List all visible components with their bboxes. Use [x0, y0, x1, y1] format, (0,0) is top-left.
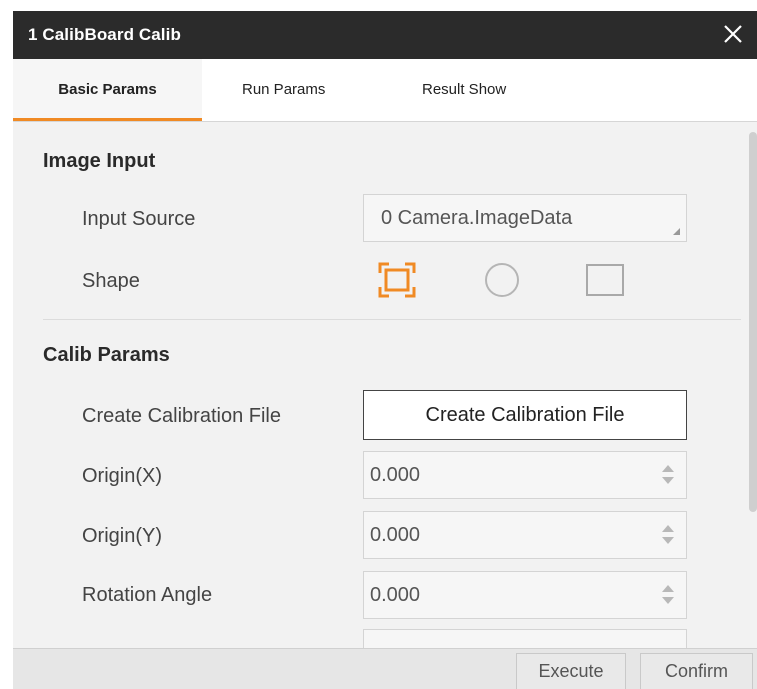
title-bar: 1 CalibBoard Calib: [13, 11, 757, 59]
scrollbar-thumb[interactable]: [749, 132, 757, 512]
circle-icon[interactable]: [482, 261, 522, 299]
create-calibration-file-button[interactable]: Create Calibration File: [363, 390, 687, 440]
square-icon[interactable]: [585, 261, 625, 299]
section-image-input: Image Input: [43, 150, 156, 172]
next-param-field[interactable]: [363, 629, 687, 648]
rotation-angle-label: Rotation Angle: [82, 584, 213, 606]
params-panel: Image Input Input Source 0 Camera.ImageD…: [13, 122, 757, 648]
origin-x-spinbox[interactable]: 0.000: [363, 451, 687, 499]
tab-bar: Basic Params Run Params Result Show: [13, 59, 757, 122]
section-divider: [43, 319, 741, 320]
spin-arrows-icon[interactable]: [662, 585, 674, 607]
input-source-value: 0 Camera.ImageData: [381, 207, 573, 229]
origin-y-label: Origin(Y): [82, 525, 163, 547]
rotation-angle-spinbox[interactable]: 0.000: [363, 571, 687, 619]
dropdown-corner-icon: [673, 228, 680, 235]
rectangle-select-icon[interactable]: [377, 261, 417, 299]
close-icon[interactable]: [721, 20, 745, 48]
rotation-angle-value: 0.000: [370, 584, 421, 606]
spin-arrows-icon[interactable]: [662, 525, 674, 547]
section-calib-params: Calib Params: [43, 344, 170, 366]
execute-button[interactable]: Execute: [516, 653, 626, 689]
input-source-select[interactable]: 0 Camera.ImageData: [363, 194, 687, 242]
footer-bar: Execute Confirm: [13, 648, 757, 689]
input-source-label: Input Source: [82, 208, 196, 230]
create-calibration-file-label: Create Calibration File: [82, 405, 281, 427]
tab-basic-params[interactable]: Basic Params: [13, 59, 202, 121]
tab-run-params[interactable]: Run Params: [242, 59, 352, 121]
origin-x-label: Origin(X): [82, 465, 163, 487]
shape-label: Shape: [82, 270, 140, 292]
scrollbar[interactable]: [749, 132, 757, 512]
confirm-button[interactable]: Confirm: [640, 653, 753, 689]
origin-y-value: 0.000: [370, 524, 421, 546]
origin-y-spinbox[interactable]: 0.000: [363, 511, 687, 559]
origin-x-value: 0.000: [370, 464, 421, 486]
tab-result-show[interactable]: Result Show: [422, 59, 562, 121]
spin-arrows-icon[interactable]: [662, 465, 674, 487]
window-title: 1 CalibBoard Calib: [28, 25, 181, 44]
